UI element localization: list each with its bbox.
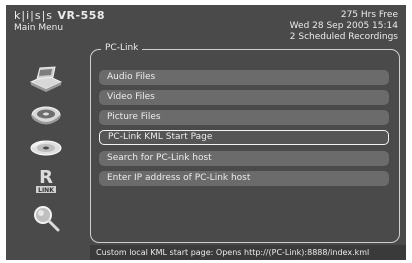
search-magnifier-icon[interactable] [28,203,64,233]
menu-item-video-files[interactable]: Video Files [99,90,389,105]
menu-item-picture-files[interactable]: Picture Files [99,110,389,125]
menu-item-search-host[interactable]: Search for PC-Link host [99,151,389,166]
status-info: 275 Hrs Free Wed 28 Sep 2005 15:14 2 Sch… [290,10,398,43]
scheduled-recordings: 2 Scheduled Recordings [289,32,398,42]
menu-title: Main Menu [14,23,64,33]
panel-title: PC-Link [101,43,143,53]
hours-free: 275 Hrs Free [340,10,398,20]
pc-link-icon[interactable]: R LINK [28,167,64,197]
menu-item-audio-files[interactable]: Audio Files [99,70,389,85]
model-name: VR-558 [57,9,106,22]
disc-icon[interactable] [28,133,64,163]
pc-link-icon-text: LINK [38,187,54,194]
menu-item-enter-ip[interactable]: Enter IP address of PC-Link host [99,171,389,186]
tv-icon[interactable] [28,63,64,93]
brand-logo: k|i|s|s VR-558 [14,9,105,22]
header: k|i|s|s VR-558 Main Menu 275 Hrs Free We… [6,5,406,43]
dvd-player-icon[interactable] [28,99,64,129]
status-bar: Custom local KML start page: Opens http:… [90,245,406,260]
menu-item-kml-start-page[interactable]: PC-Link KML Start Page [99,130,389,145]
svg-text:R: R [39,167,53,188]
datetime: Wed 28 Sep 2005 15:14 [289,21,398,31]
pc-link-panel: PC-Link Audio Files Video Files Picture … [90,43,400,243]
sidebar: R LINK [6,41,86,246]
screen: k|i|s|s VR-558 Main Menu 275 Hrs Free We… [6,5,406,260]
brand-name: k|i|s|s [14,9,54,22]
